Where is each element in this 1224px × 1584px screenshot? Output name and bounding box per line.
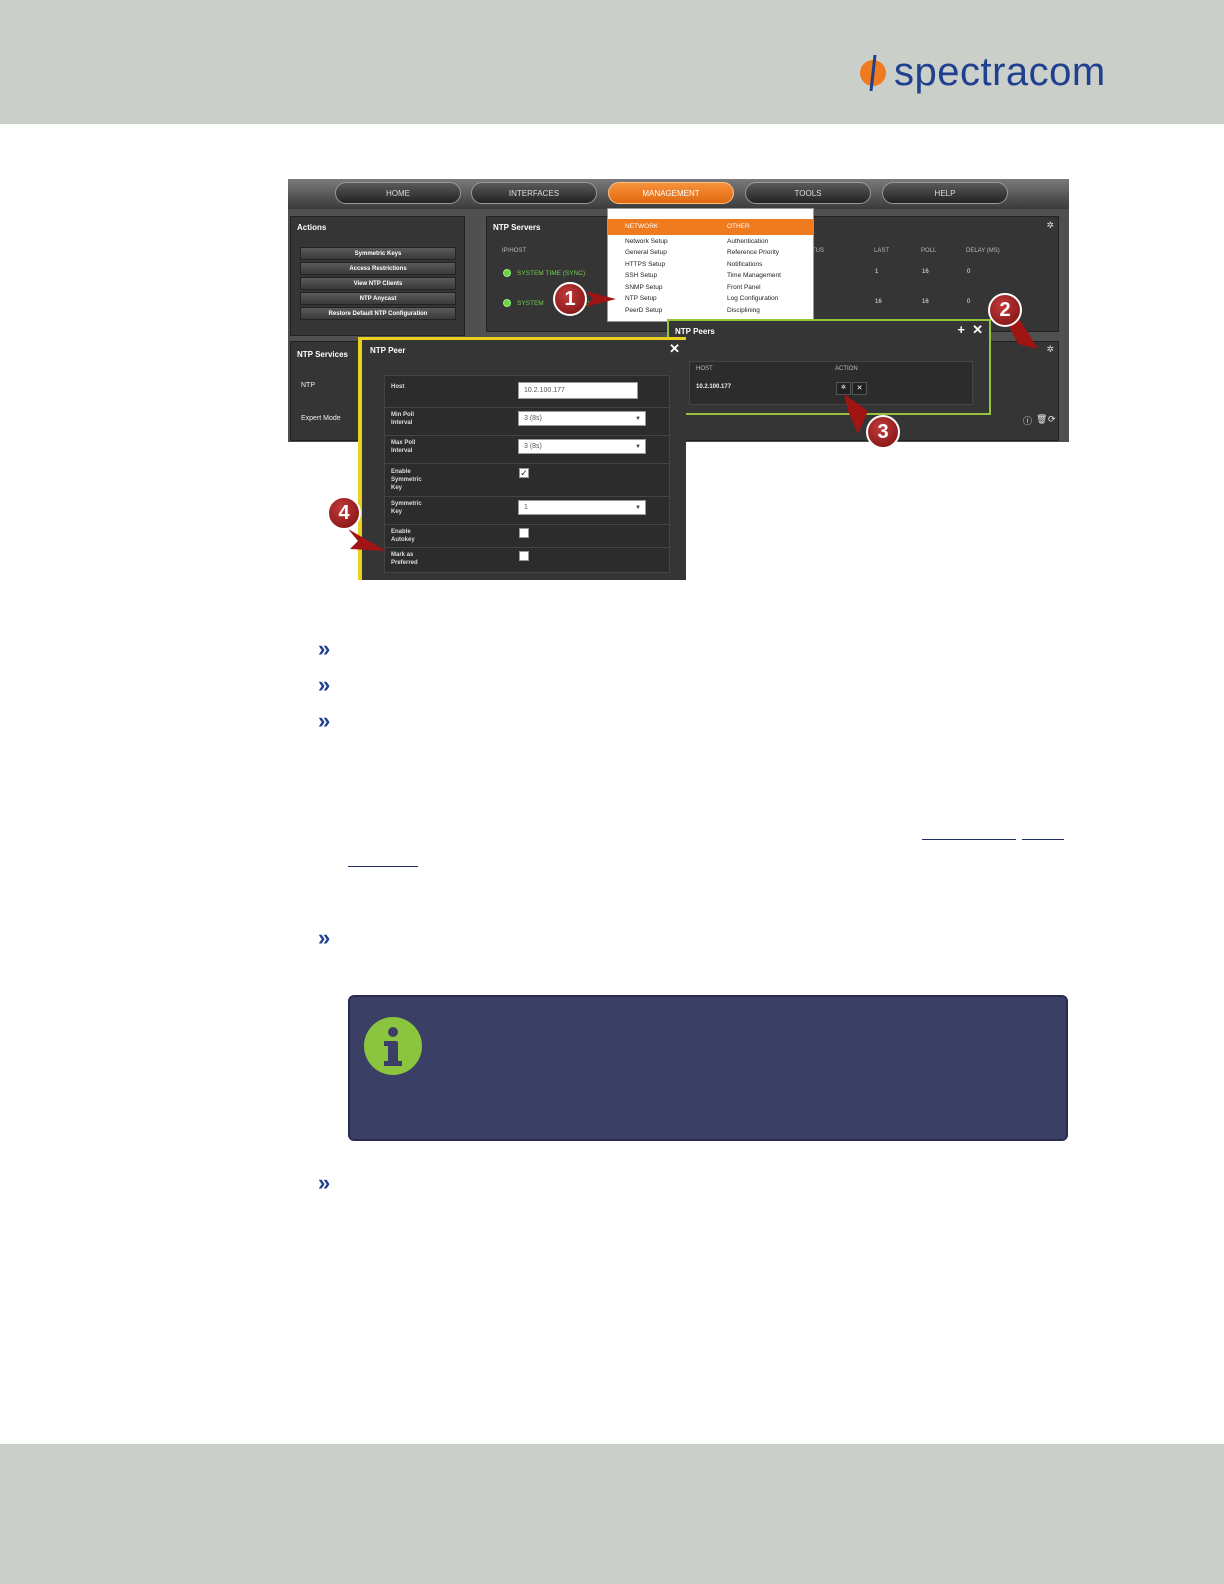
preferred-label: Mark as Preferred (391, 552, 418, 566)
sym-key-value: 1 (524, 504, 528, 511)
enable-sym-checkbox[interactable]: ✓ (519, 468, 529, 478)
arrow-1-icon (585, 291, 616, 307)
callout-3: 3 (866, 415, 900, 449)
enable-sym-row: Enable Symmetric Key ✓ (385, 463, 669, 497)
logo-text: spectracom (894, 49, 1106, 94)
logo-mark-icon (860, 54, 886, 92)
sym-key-label: Symmetric Key (391, 501, 422, 515)
bullet-chevron-icon: » (318, 925, 331, 950)
chevron-down-icon: ▼ (635, 504, 641, 511)
bullet-chevron-icon: » (318, 672, 331, 697)
link-underline[interactable] (1022, 839, 1064, 840)
arrow-3-icon (844, 394, 868, 434)
page-header: spectracom (0, 0, 1224, 124)
max-poll-value: 3 (8s) (524, 443, 542, 450)
autokey-checkbox[interactable] (519, 528, 529, 538)
link-underline[interactable] (348, 866, 418, 867)
preferred-checkbox[interactable] (519, 551, 529, 561)
bullet-chevron-icon: » (318, 708, 331, 733)
bullet-chevron-icon: » (318, 636, 331, 661)
note-box (348, 995, 1068, 1141)
enable-sym-label: Enable Symmetric Key (391, 469, 422, 491)
callout-arrows (348, 291, 1038, 551)
preferred-row: Mark as Preferred (385, 547, 669, 571)
callout-4: 4 (327, 496, 361, 530)
callout-1: 1 (553, 282, 587, 316)
bullet-chevron-icon: » (318, 1170, 331, 1195)
link-underline[interactable] (922, 839, 1016, 840)
chevron-down-icon: ▼ (635, 443, 641, 450)
info-icon (364, 1017, 422, 1075)
sym-key-row: Symmetric Key 1 ▼ (385, 496, 669, 525)
ui-screenshot: HOME INTERFACES MANAGEMENT TOOLS HELP Ac… (288, 179, 1069, 580)
callout-2: 2 (988, 293, 1022, 327)
spectracom-logo: spectracom (858, 48, 1106, 96)
sym-key-select[interactable]: 1 ▼ (518, 500, 646, 515)
page-footer (0, 1444, 1224, 1584)
autokey-label: Enable Autokey (391, 529, 415, 543)
autokey-row: Enable Autokey (385, 524, 669, 548)
